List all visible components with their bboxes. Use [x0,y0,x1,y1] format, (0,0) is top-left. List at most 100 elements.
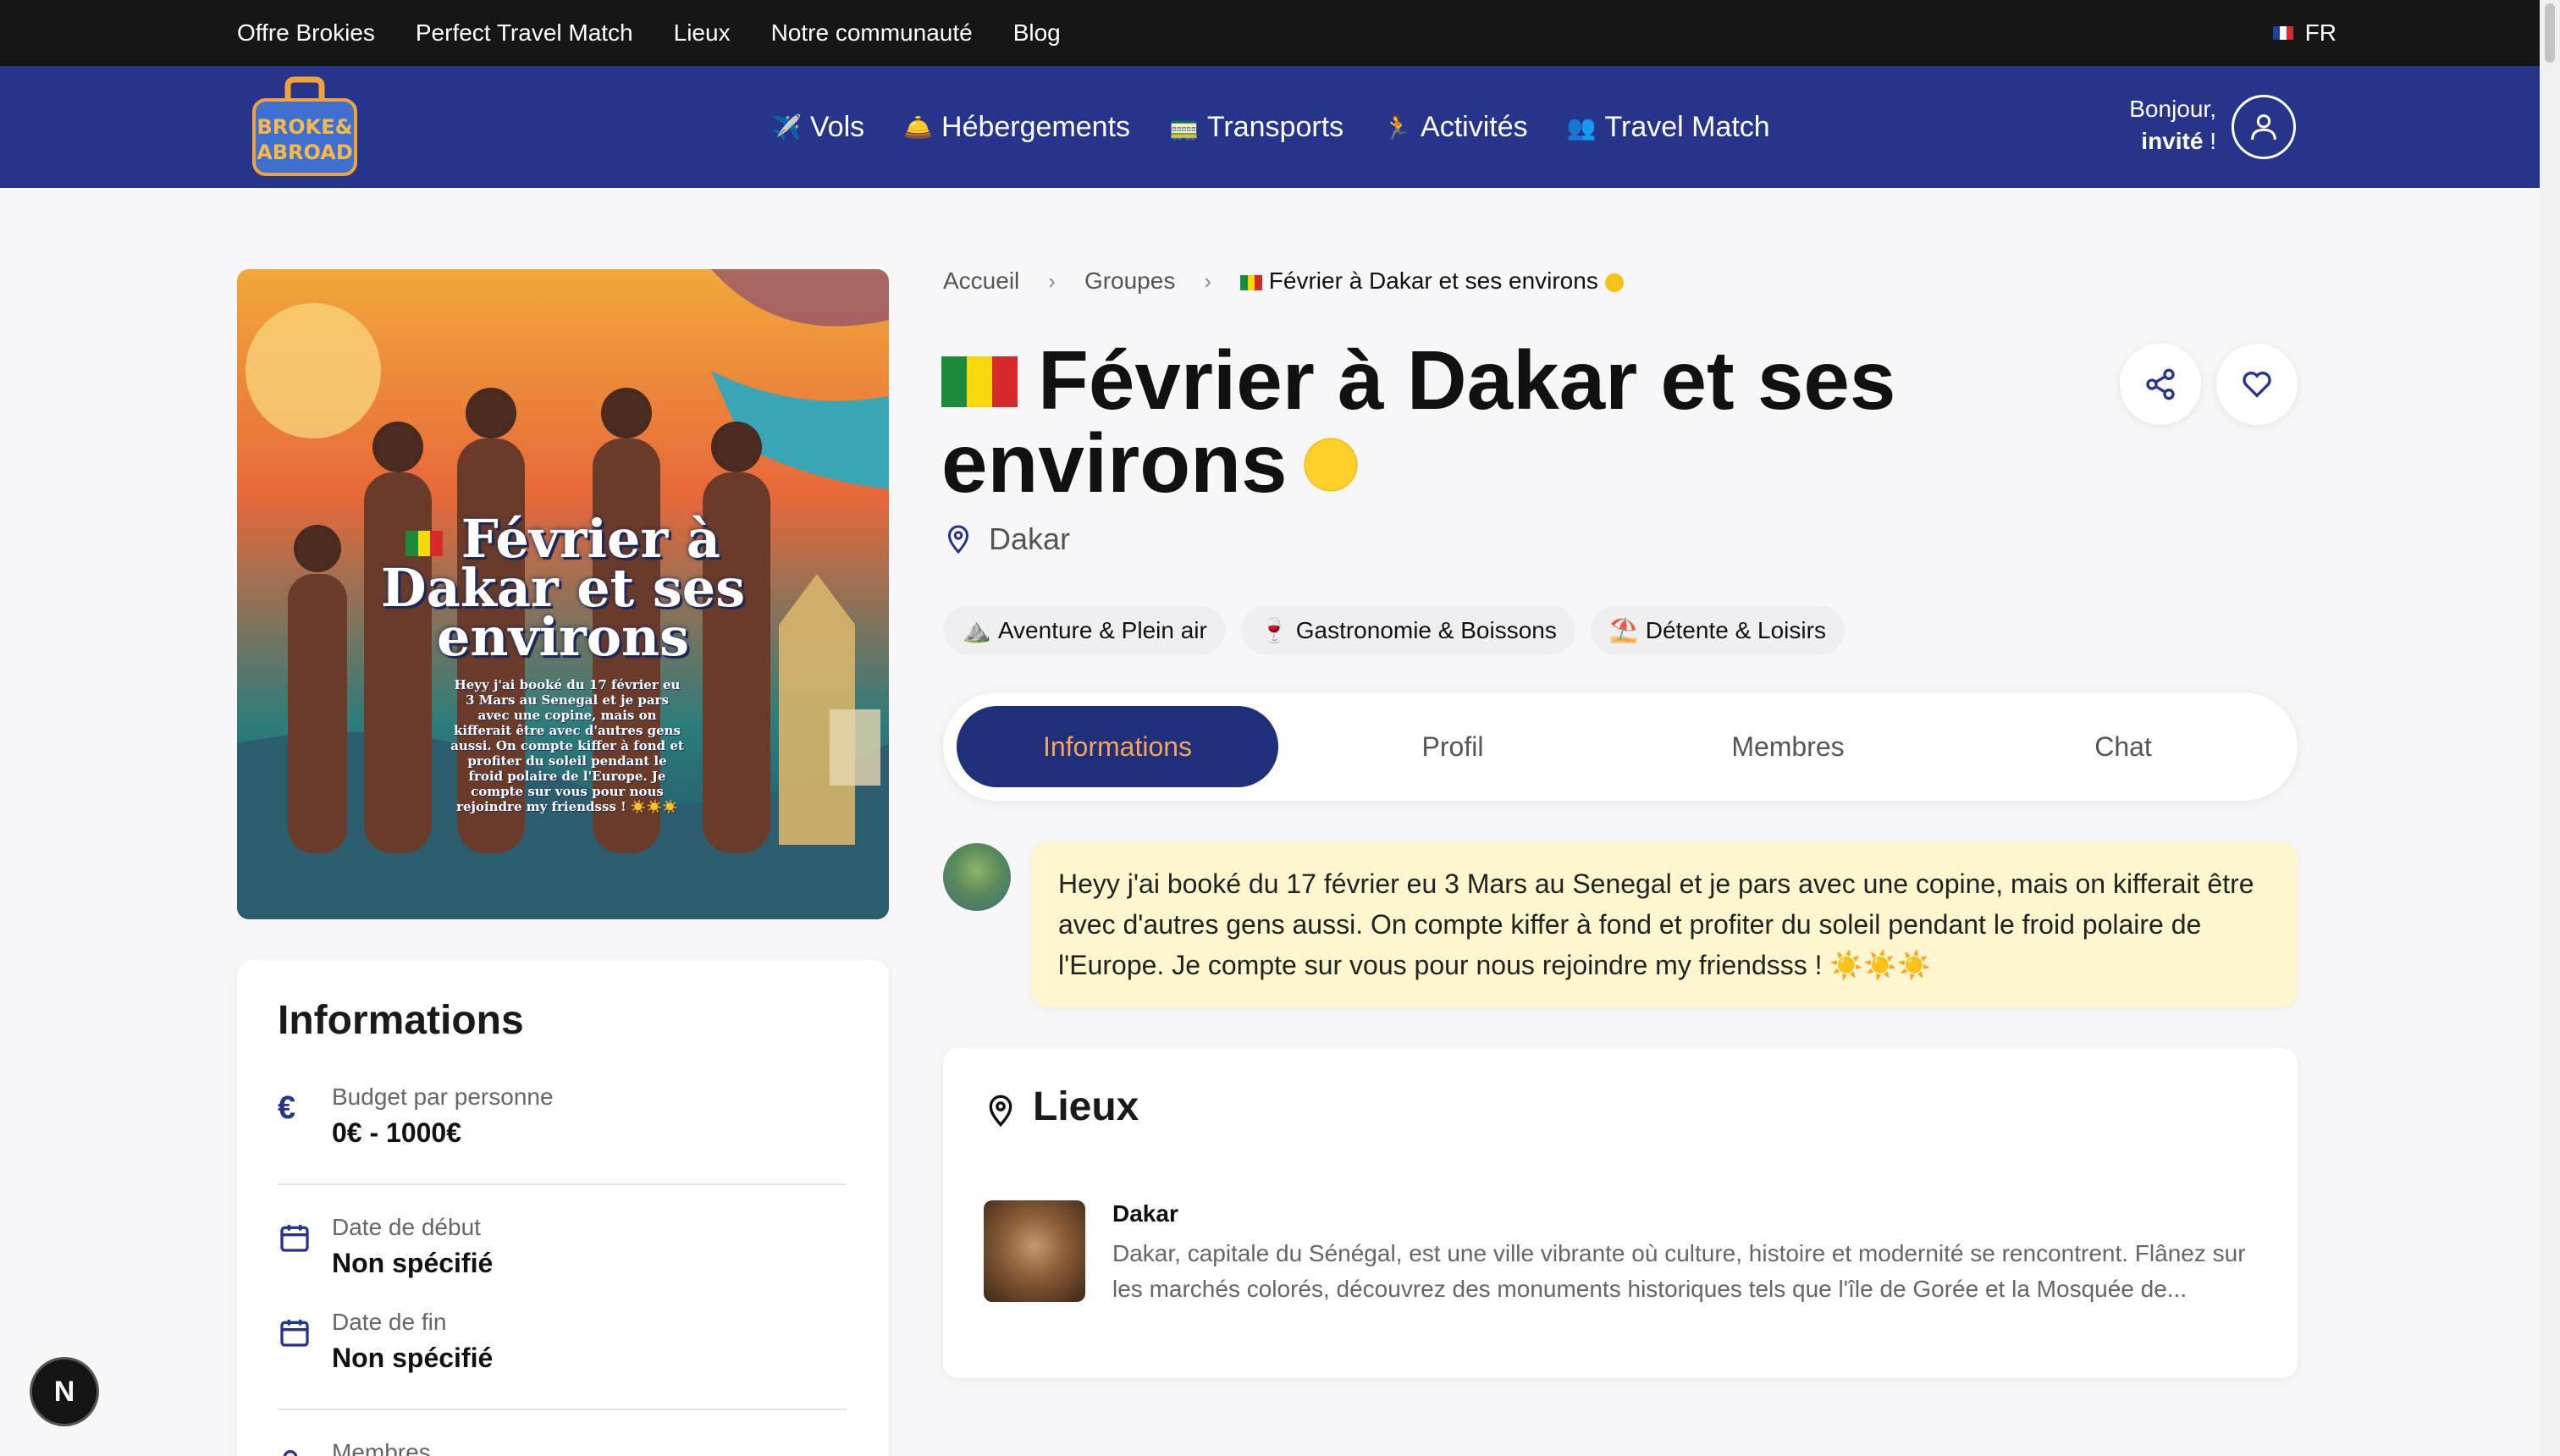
breadcrumb: Accueil › Groupes › Février à Dakar et s… [943,267,1624,295]
end-date-row: Date de fin Non spécifié [278,1309,847,1376]
tag-gastronomie: 🍷 Gastronomie & Boissons [1240,606,1575,654]
chevron-right-icon: › [1048,267,1056,294]
nav-transports[interactable]: 🚃 Transports [1169,111,1343,144]
places-card: Lieux Dakar Dakar, capitale du Sénégal, … [943,1048,2298,1378]
nav-vols[interactable]: ✈️ Vols [772,111,864,144]
page-title: Février à Dakar et ses environs [941,339,2042,505]
top-link-offre-brokies[interactable]: Offre Brokies [237,19,375,47]
breadcrumb-home[interactable]: Accueil [943,267,1019,295]
tram-icon: 🚃 [1169,113,1199,141]
svg-text:ABROAD: ABROAD [257,141,353,164]
group-cover-image: Février à Dakar et ses environs Heyy j'a… [237,269,889,919]
nav-hebergements[interactable]: 🛎️ Hébergements [903,111,1130,144]
chevron-right-icon: › [1204,267,1212,294]
start-date-label: Date de début [332,1214,481,1240]
breadcrumb-current-label: Février à Dakar et ses environs [1268,267,1598,294]
france-flag-icon [2272,26,2293,40]
places-heading: Lieux [1033,1084,1139,1129]
tab-bar: Informations Profil Membres Chat [943,692,2298,801]
user-account-button[interactable] [2232,95,2296,159]
wine-icon: 🍷 [1259,617,1289,643]
budget-value: 0€ - 1000€ [332,1117,462,1148]
organizer-message: Heyy j'ai booké du 17 février eu 3 Mars … [1031,841,2298,1007]
members-row: Membres [278,1439,847,1456]
tag-label: Détente & Loisirs [1645,616,1826,643]
main-navbar: BROKE& ABROAD ✈️ Vols 🛎️ Hébergements 🚃 Tra… [0,66,2560,188]
tag-label: Aventure & Plein air [997,616,1207,643]
nav-activites-label: Activités [1421,110,1528,143]
budget-row: € Budget par personne 0€ - 1000€ [278,1084,847,1151]
broke-abroad-logo[interactable]: BROKE& ABROAD [244,74,366,179]
tab-chat[interactable]: Chat [1962,706,2284,787]
page-title-line2: environs [941,416,1288,510]
bell-icon: 🛎️ [903,113,934,141]
mountain-icon: ⛰️ [962,617,991,643]
breadcrumb-groups[interactable]: Groupes [1084,267,1175,295]
top-link-communaute[interactable]: Notre communauté [771,19,973,47]
scrollbar-thumb[interactable] [2545,3,2555,63]
members-icon [283,1450,298,1456]
runner-icon: 🏃 [1382,113,1413,141]
info-card: Informations € Budget par personne 0€ - … [237,960,889,1456]
info-heading: Informations [278,998,524,1043]
end-date-label: Date de fin [332,1309,447,1335]
location-pin-icon [947,525,969,554]
tab-informations[interactable]: Informations [957,706,1278,787]
nav-travel-match-label: Travel Match [1604,110,1770,143]
top-bar: Offre Brokies Perfect Travel Match Lieux… [0,0,2560,66]
svg-text:BROKE&: BROKE& [257,115,352,139]
breadcrumb-current: Février à Dakar et ses environs [1240,267,1624,295]
top-link-blog[interactable]: Blog [1013,19,1061,47]
user-icon [2251,114,2276,141]
senegal-flag-icon [1240,274,1263,290]
tag-label: Gastronomie & Boissons [1295,616,1557,643]
top-link-perfect-travel-match[interactable]: Perfect Travel Match [416,19,633,47]
tab-profil[interactable]: Profil [1292,706,1614,787]
dev-tools-button[interactable]: N [32,1359,97,1424]
page-title-line1: Février à Dakar et ses [1038,334,1896,427]
nav-transports-label: Transports [1206,110,1344,143]
people-icon: 👥 [1566,113,1597,141]
airplane-icon: ✈️ [772,113,802,141]
greeting-suffix: ! [2203,128,2216,154]
heart-icon [2243,372,2271,398]
place-description: Dakar, capitale du Sénégal, est une vill… [1112,1240,2246,1302]
start-date-row: Date de début Non spécifié [278,1214,847,1282]
nav-activites[interactable]: 🏃 Activités [1382,111,1527,144]
end-date-value: Non spécifié [332,1343,494,1373]
top-link-lieux[interactable]: Lieux [674,19,731,47]
hero-description: Heyy j'ai booké du 17 février eu 3 Mars … [450,677,684,814]
place-thumbnail[interactable] [984,1200,1085,1302]
group-location: Dakar [943,521,1070,557]
share-button[interactable] [2120,344,2201,425]
top-links: Offre Brokies Perfect Travel Match Lieux… [237,0,1061,66]
divider [278,1409,847,1410]
favorite-button[interactable] [2216,344,2298,425]
divider [278,1183,847,1185]
language-selector[interactable]: FR [2272,0,2337,66]
greeting-name: invité [2141,128,2204,154]
greeting-line1: Bonjour, [2129,96,2216,122]
nav-items: ✈️ Vols 🛎️ Hébergements 🚃 Transports 🏃 Activ… [772,66,1770,188]
scrollbar[interactable] [2540,0,2560,1456]
place-name[interactable]: Dakar [1112,1200,1178,1227]
avatar[interactable] [943,843,1011,911]
greeting: Bonjour, invité ! [2129,93,2216,157]
location-pin-icon [989,1095,1012,1128]
calendar-icon [280,1225,309,1252]
nav-hebergements-label: Hébergements [941,110,1131,143]
senegal-flag-icon [941,356,1018,408]
tab-membres[interactable]: Membres [1627,706,1949,787]
sun-icon [1604,273,1624,292]
euro-icon: € [278,1090,296,1126]
members-label: Membres [332,1439,431,1456]
language-label: FR [2304,19,2337,46]
share-icon [2146,368,2175,400]
location-label: Dakar [989,521,1071,556]
start-date-value: Non spécifié [332,1248,494,1278]
sun-icon [1295,429,1367,501]
nav-travel-match[interactable]: 👥 Travel Match [1567,111,1770,144]
calendar-icon [280,1320,309,1347]
tag-aventure: ⛰️ Aventure & Plein air [943,606,1226,654]
budget-label: Budget par personne [332,1084,554,1110]
